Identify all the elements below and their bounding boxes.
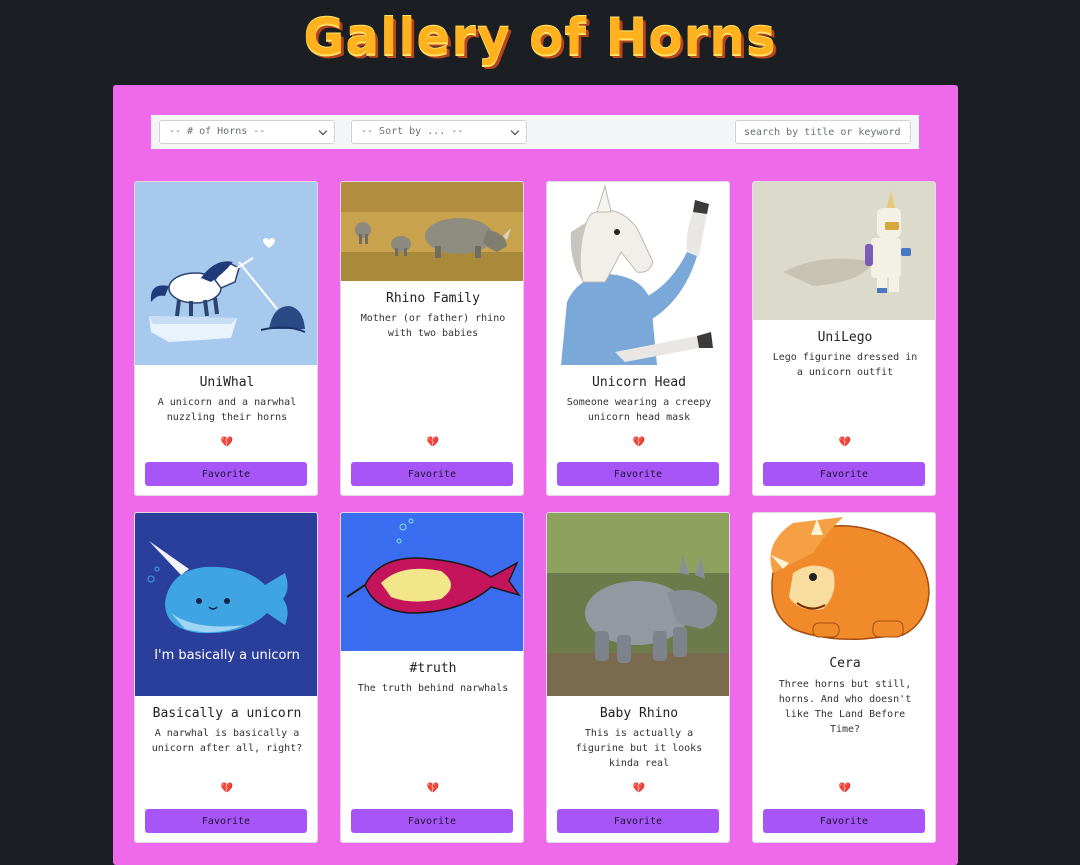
broken-heart-icon: 💔 xyxy=(632,437,646,448)
broken-heart-icon: 💔 xyxy=(426,437,440,448)
card-description: This is actually a figurine but it looks… xyxy=(575,728,703,769)
card-title: Unicorn Head xyxy=(592,375,686,390)
site-title: Gallery of Horns xyxy=(303,8,777,66)
card-title: Rhino Family xyxy=(386,291,480,306)
card-truth: #truth The truth behind narwhals 💔 Favor… xyxy=(340,512,524,843)
favorite-button[interactable]: Favorite xyxy=(557,809,719,833)
card-title: UniLego xyxy=(817,330,873,345)
card-title: UniWhal xyxy=(199,375,255,390)
card-description: The truth behind narwhals xyxy=(357,683,509,694)
favorite-button[interactable]: Favorite xyxy=(557,462,719,486)
card-title: #truth xyxy=(409,661,457,676)
card-image: I'm basically a unicorn xyxy=(135,513,317,696)
search-input[interactable] xyxy=(735,120,911,144)
favorite-button[interactable]: Favorite xyxy=(145,462,307,486)
favorite-button[interactable]: Favorite xyxy=(763,462,925,486)
broken-heart-icon: 💔 xyxy=(426,783,440,794)
favorite-button[interactable]: Favorite xyxy=(351,809,513,833)
card-cera: Cera Three horns but still, horns. And w… xyxy=(752,512,936,843)
broken-heart-icon: 💔 xyxy=(220,437,234,448)
favorite-button[interactable]: Favorite xyxy=(763,809,925,833)
chevron-down-icon xyxy=(318,126,328,136)
card-title: Basically a unicorn xyxy=(152,706,302,721)
card-image xyxy=(753,182,935,320)
card-description: Someone wearing a creepy unicorn head ma… xyxy=(566,397,712,423)
broken-heart-icon: 💔 xyxy=(220,783,234,794)
card-image xyxy=(753,513,935,651)
favorite-button[interactable]: Favorite xyxy=(145,809,307,833)
image-caption-text: I'm basically a unicorn xyxy=(154,648,300,663)
card-image xyxy=(341,513,523,651)
card-description: Lego figurine dressed in a unicorn outfi… xyxy=(772,352,918,378)
chevron-down-icon xyxy=(510,126,520,136)
card-baby-rhino: Baby Rhino This is actually a figurine b… xyxy=(546,512,730,843)
card-description: A narwhal is basically a unicorn after a… xyxy=(151,728,303,754)
card-description: A unicorn and a narwhal nuzzling their h… xyxy=(157,397,297,423)
card-description: Mother (or father) rhino with two babies xyxy=(360,313,506,339)
card-title: Baby Rhino xyxy=(599,706,679,721)
card-image xyxy=(341,182,523,281)
card-image xyxy=(547,513,729,696)
card-unicorn-head: Unicorn Head Someone wearing a creepy un… xyxy=(546,181,730,496)
card-image xyxy=(135,182,317,365)
sort-select[interactable]: -- Sort by ... -- xyxy=(351,120,527,144)
broken-heart-icon: 💔 xyxy=(838,437,852,448)
card-description: Three horns but still, horns. And who do… xyxy=(778,679,912,735)
card-rhino-family: Rhino Family Mother (or father) rhino wi… xyxy=(340,181,524,496)
broken-heart-icon: 💔 xyxy=(632,783,646,794)
card-image xyxy=(547,182,729,365)
favorite-button[interactable]: Favorite xyxy=(351,462,513,486)
filter-bar: -- # of Horns -- -- Sort by ... -- xyxy=(151,115,919,149)
horns-filter-value: -- # of Horns -- xyxy=(169,126,266,137)
card-title: Cera xyxy=(829,656,861,671)
gallery-panel: -- # of Horns -- -- Sort by ... -- searc… xyxy=(113,85,958,865)
card-basically-a-unicorn: I'm basically a unicorn Basically a unic… xyxy=(134,512,318,843)
card-uniwhal: UniWhal A unicorn and a narwhal nuzzling… xyxy=(134,181,318,496)
sort-select-value: -- Sort by ... -- xyxy=(361,126,464,137)
broken-heart-icon: 💔 xyxy=(838,783,852,794)
card-unilego: UniLego Lego figurine dressed in a unico… xyxy=(752,181,936,496)
horns-filter-select[interactable]: -- # of Horns -- xyxy=(159,120,335,144)
